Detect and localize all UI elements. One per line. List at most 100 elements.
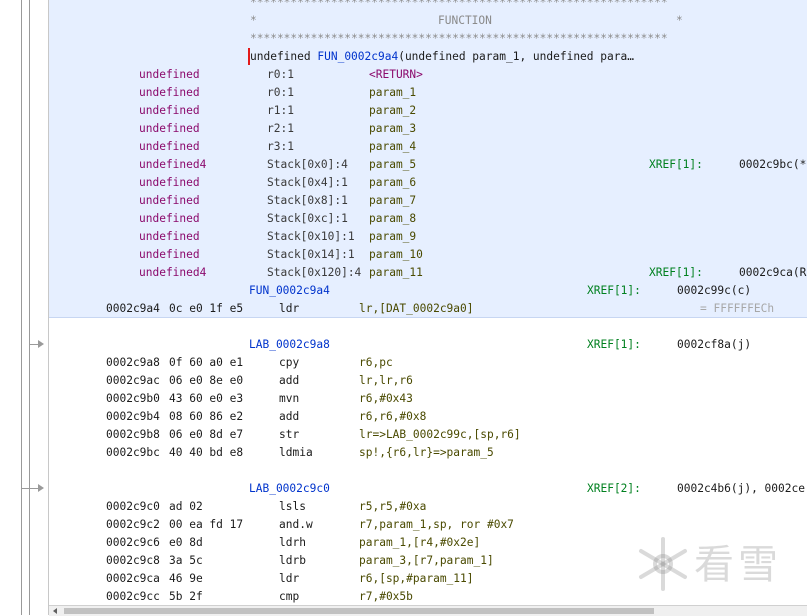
instruction-mnemonic: ldr <box>279 572 300 585</box>
flow-arrow-gutter <box>0 0 49 615</box>
param-name[interactable]: param_4 <box>369 138 416 156</box>
function-xref-address[interactable]: 0002c99c(c) <box>677 282 751 300</box>
function-label[interactable]: FUN_0002c9a4 <box>249 282 330 300</box>
function-xref-label: XREF[1]: <box>587 284 641 297</box>
instruction-operands[interactable]: r5,r5,#0xa <box>359 498 426 516</box>
instruction-operands[interactable]: r7,#0x5b <box>359 588 413 605</box>
instruction-operands[interactable]: param_3,[r7,param_1] <box>359 552 494 570</box>
instruction-bytes: 40 40 bd e8 <box>169 446 244 459</box>
instruction-mnemonic: add <box>279 410 300 423</box>
param-type: undefined <box>139 194 200 207</box>
instruction-bytes: 43 60 e0 e3 <box>169 392 244 405</box>
instruction-address[interactable]: 0002c9b4 <box>106 408 160 426</box>
param-storage: Stack[0xc]:1 <box>267 212 348 225</box>
instruction-address[interactable]: 0002c9ac <box>106 372 160 390</box>
instruction-bytes: 46 9e <box>169 572 203 585</box>
block-xref-address[interactable]: 0002cf8a(j) <box>677 336 751 354</box>
param-type: undefined <box>139 140 200 153</box>
instruction-bytes: 3a 5c <box>169 554 203 567</box>
instruction-hint: = FFFFFFECh <box>700 302 775 315</box>
instruction-operands[interactable]: param_1,[r4,#0x2e] <box>359 534 480 552</box>
param-name[interactable]: param_11 <box>369 264 423 282</box>
scroll-left-icon[interactable] <box>53 608 57 614</box>
instruction-address[interactable]: 0002c9c2 <box>106 516 160 534</box>
comment-title: FUNCTION <box>438 14 492 27</box>
instruction-address[interactable]: 0002c9bc <box>106 444 160 462</box>
param-type: undefined4 <box>139 158 207 171</box>
param-type: undefined <box>139 122 200 135</box>
param-name[interactable]: param_2 <box>369 102 416 120</box>
comment-star-right: * <box>676 14 683 27</box>
block-label[interactable]: LAB_0002c9a8 <box>249 336 330 354</box>
param-type: undefined4 <box>139 266 207 279</box>
watermark: 看雪 <box>632 533 792 597</box>
param-xref-label: XREF[1]: <box>649 266 703 279</box>
instruction-address[interactable]: 0002c9c0 <box>106 498 160 516</box>
instruction-operands[interactable]: r6,[sp,#param_11] <box>359 570 474 588</box>
instruction-mnemonic: add <box>279 374 300 387</box>
param-name[interactable]: <RETURN> <box>369 66 423 84</box>
param-xref-address[interactable]: 0002c9ca(R <box>739 264 806 282</box>
signature-function-name[interactable]: FUN_0002c9a4 <box>317 50 398 63</box>
param-storage: r0:1 <box>267 68 294 81</box>
instruction-bytes: 06 e0 8d e7 <box>169 428 244 441</box>
instruction-address[interactable]: 0002c9c6 <box>106 534 160 552</box>
instruction-mnemonic: mvn <box>279 392 300 405</box>
instruction-operands[interactable]: lr=>LAB_0002c99c,[sp,r6] <box>359 426 521 444</box>
param-name[interactable]: param_1 <box>369 84 416 102</box>
function-signature[interactable]: undefined FUN_0002c9a4(undefined param_1… <box>250 48 634 66</box>
flow-line <box>21 0 22 615</box>
comment-stars-bottom: ****************************************… <box>250 32 668 45</box>
horizontal-scrollbar[interactable] <box>49 605 807 616</box>
instruction-bytes: 06 e0 8e e0 <box>169 374 244 387</box>
param-name[interactable]: param_10 <box>369 246 423 264</box>
param-storage: r1:1 <box>267 104 294 117</box>
instruction-operands[interactable]: lr,lr,r6 <box>359 372 413 390</box>
instruction-address[interactable]: 0002c9c8 <box>106 552 160 570</box>
param-name[interactable]: param_5 <box>369 156 416 174</box>
scrollbar-thumb[interactable] <box>64 608 654 614</box>
signature-args: (undefined param_1, undefined para… <box>398 50 634 63</box>
watermark-text: 看雪 <box>694 542 782 588</box>
instruction-bytes: 0f 60 a0 e1 <box>169 356 244 369</box>
snowflake-icon <box>639 537 687 591</box>
instruction-operands[interactable]: lr,[DAT_0002c9a0] <box>359 300 474 318</box>
block-label[interactable]: LAB_0002c9c0 <box>249 480 330 498</box>
block-xref-label: XREF[1]: <box>587 338 641 351</box>
signature-return-type: undefined <box>250 50 311 63</box>
instruction-mnemonic: lsls <box>279 500 306 513</box>
block-xref-label: XREF[2]: <box>587 482 641 495</box>
instruction-mnemonic: ldrb <box>279 554 306 567</box>
instruction-bytes: 00 ea fd 17 <box>169 518 244 531</box>
param-type: undefined <box>139 176 200 189</box>
instruction-operands[interactable]: r7,param_1,sp, ror #0x7 <box>359 516 514 534</box>
instruction-address[interactable]: 0002c9ca <box>106 570 160 588</box>
param-name[interactable]: param_8 <box>369 210 416 228</box>
param-name[interactable]: param_7 <box>369 192 416 210</box>
param-type: undefined <box>139 230 200 243</box>
param-storage: Stack[0x4]:1 <box>267 176 348 189</box>
instruction-address[interactable]: 0002c9b8 <box>106 426 160 444</box>
param-storage: Stack[0x10]:1 <box>267 230 355 243</box>
disassembly-listing[interactable]: ****************************************… <box>49 0 807 605</box>
instruction-mnemonic: ldmia <box>279 446 313 459</box>
param-xref-label: XREF[1]: <box>649 158 703 171</box>
param-storage: r0:1 <box>267 86 294 99</box>
instruction-row[interactable]: 0002c9a4 <box>106 300 160 318</box>
block-xref-address[interactable]: 0002c4b6(j), 0002ce <box>677 480 805 498</box>
param-name[interactable]: param_9 <box>369 228 416 246</box>
param-name[interactable]: param_3 <box>369 120 416 138</box>
instruction-address[interactable]: 0002c9cc <box>106 588 160 605</box>
param-type: undefined <box>139 104 200 117</box>
flow-line <box>29 0 30 615</box>
param-xref-address[interactable]: 0002c9bc(* <box>739 156 806 174</box>
instruction-operands[interactable]: r6,#0x43 <box>359 390 413 408</box>
instruction-address: 0002c9a4 <box>106 302 160 315</box>
instruction-operands[interactable]: r6,pc <box>359 354 393 372</box>
instruction-operands[interactable]: r6,r6,#0x8 <box>359 408 426 426</box>
instruction-address[interactable]: 0002c9b0 <box>106 390 160 408</box>
instruction-address[interactable]: 0002c9a8 <box>106 354 160 372</box>
param-name[interactable]: param_6 <box>369 174 416 192</box>
flow-arrow-icon <box>38 340 44 348</box>
instruction-operands[interactable]: sp!,{r6,lr}=>param_5 <box>359 444 494 462</box>
